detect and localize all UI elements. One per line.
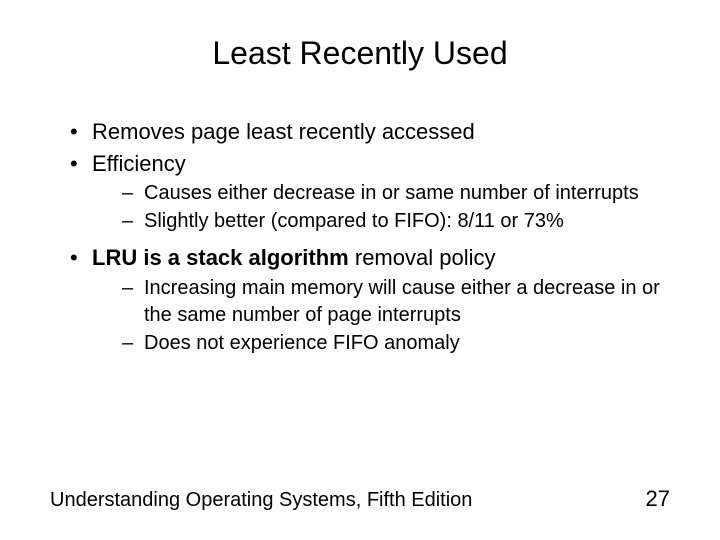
bullet-text: Removes page least recently accessed — [92, 119, 475, 144]
bullet-list: Removes page least recently accessed Eff… — [50, 117, 670, 357]
bullet-text-rest: removal policy — [349, 245, 496, 270]
slide: Least Recently Used Removes page least r… — [0, 0, 720, 540]
sub-bullet-item: Does not experience FIFO anomaly — [122, 330, 670, 357]
sub-bullet-item: Increasing main memory will cause either… — [122, 275, 670, 329]
bullet-item: Efficiency Causes either decrease in or … — [70, 149, 670, 236]
sub-bullet-list: Increasing main memory will cause either… — [92, 275, 670, 357]
bullet-item: LRU is a stack algorithm removal policy … — [70, 243, 670, 357]
sub-bullet-item: Slightly better (compared to FIFO): 8/11… — [122, 208, 670, 235]
bullet-text-bold: LRU is a stack algorithm — [92, 245, 349, 270]
sub-bullet-text: Slightly better (compared to FIFO): 8/11… — [144, 210, 564, 232]
slide-footer: Understanding Operating Systems, Fifth E… — [50, 486, 670, 512]
bullet-text: Efficiency — [92, 151, 186, 176]
footer-source: Understanding Operating Systems, Fifth E… — [50, 489, 472, 512]
sub-bullet-list: Causes either decrease in or same number… — [92, 180, 670, 235]
slide-title: Least Recently Used — [50, 35, 670, 72]
sub-bullet-text: Does not experience FIFO anomaly — [144, 332, 460, 354]
sub-bullet-item: Causes either decrease in or same number… — [122, 180, 670, 207]
sub-bullet-text: Increasing main memory will cause either… — [144, 277, 660, 326]
bullet-item: Removes page least recently accessed — [70, 117, 670, 147]
page-number: 27 — [646, 486, 670, 512]
sub-bullet-text: Causes either decrease in or same number… — [144, 182, 639, 204]
